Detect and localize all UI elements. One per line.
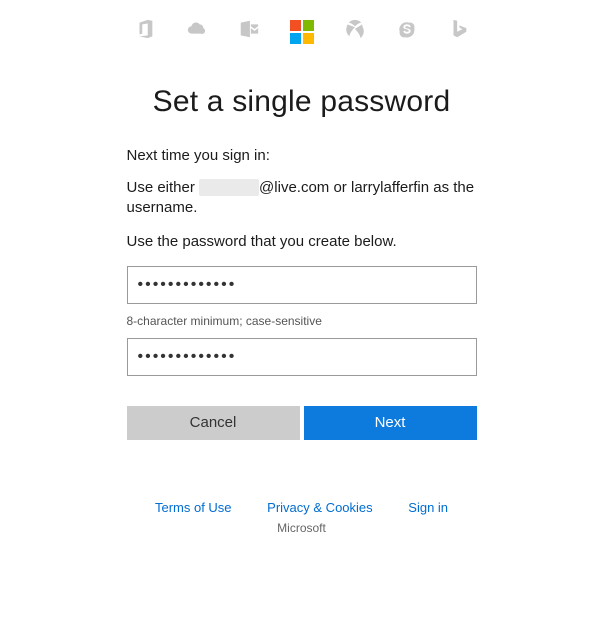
text: Use either [127, 179, 200, 196]
privacy-link[interactable]: Privacy & Cookies [267, 500, 372, 515]
signin-link[interactable]: Sign in [408, 500, 448, 515]
redacted-email-local: xxxxxxxx [199, 179, 259, 196]
footer-brand: Microsoft [0, 521, 603, 535]
service-icon-strip [0, 0, 603, 45]
xbox-icon [344, 18, 366, 45]
footer-links: Terms of Use Privacy & Cookies Sign in [0, 500, 603, 515]
outlook-icon [238, 18, 260, 45]
footer: Terms of Use Privacy & Cookies Sign in M… [0, 500, 603, 535]
intro-line: Next time you sign in: [127, 147, 477, 164]
skype-icon [396, 18, 418, 45]
username-instruction: Use either xxxxxxxx@live.com or larrylaf… [127, 178, 477, 219]
bing-icon [448, 18, 470, 45]
onedrive-icon [186, 18, 208, 45]
form-container: Set a single password Next time you sign… [122, 85, 482, 440]
password-setup-page: Set a single password Next time you sign… [0, 0, 603, 535]
text: or [329, 179, 351, 196]
office-icon [134, 18, 156, 45]
page-title: Set a single password [127, 85, 477, 119]
next-button[interactable]: Next [304, 406, 477, 440]
microsoft-logo-icon [290, 20, 314, 44]
password-instruction: Use the password that you create below. [127, 233, 477, 250]
cancel-button[interactable]: Cancel [127, 406, 300, 440]
confirm-password-input[interactable] [127, 338, 477, 376]
password-input[interactable] [127, 266, 477, 304]
button-row: Cancel Next [127, 406, 477, 440]
alt-username: larrylafferfin [351, 179, 429, 196]
terms-link[interactable]: Terms of Use [155, 500, 232, 515]
password-hint: 8-character minimum; case-sensitive [127, 314, 477, 328]
email-domain: @live.com [259, 179, 329, 196]
